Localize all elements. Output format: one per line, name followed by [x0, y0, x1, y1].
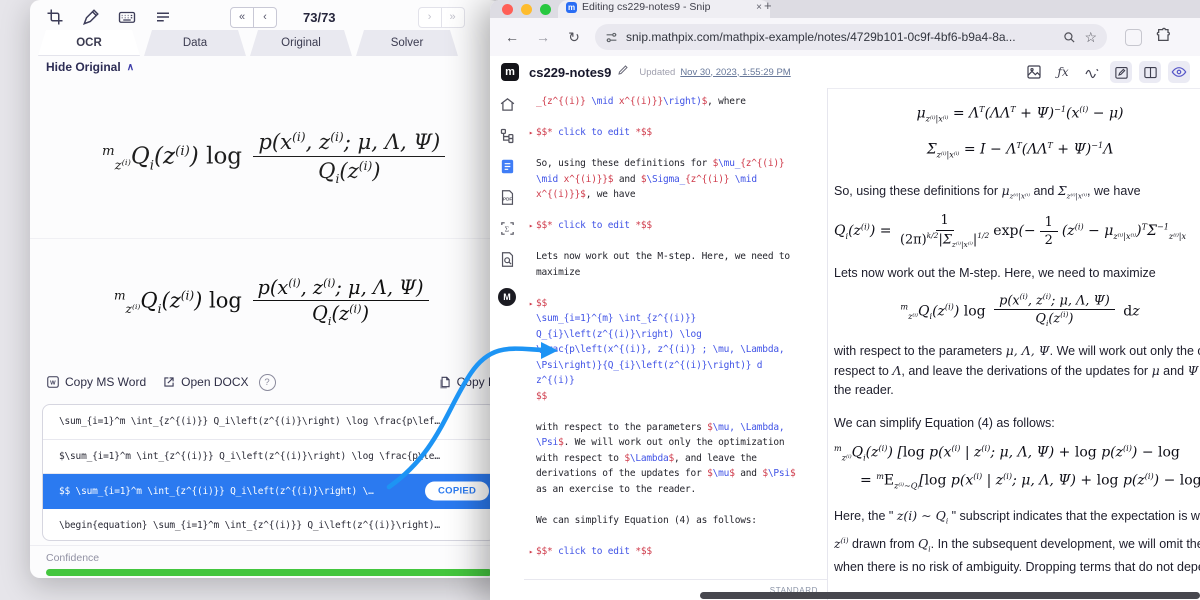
sidebar-rail: PDF Σ M — [490, 88, 524, 600]
latex-row[interactable]: \sum_{i=1}^m \int_{z^{(i)}} Q_i\left(z^{… — [43, 405, 495, 440]
snip-document-header: m cs229-notes9 Updated Nov 30, 2023, 1:5… — [490, 56, 1200, 89]
tab-data[interactable]: Data — [144, 30, 246, 56]
close-window-button[interactable] — [502, 4, 513, 15]
tree-icon[interactable] — [499, 127, 516, 144]
bookmark-star-icon[interactable]: ☆ — [1084, 29, 1097, 46]
page-nav-back-group: « ‹ — [230, 7, 277, 28]
new-tab-button[interactable]: + — [764, 0, 772, 13]
home-icon[interactable] — [499, 96, 516, 113]
page-nav-forward-group: › » — [418, 7, 465, 28]
preview-eye-icon[interactable] — [1168, 61, 1190, 83]
scribble-icon[interactable] — [1081, 61, 1103, 83]
image-icon[interactable] — [1023, 61, 1045, 83]
extensions-icon[interactable] — [1156, 27, 1172, 48]
preview-paragraph: We can simplify Equation (4) as follows: — [834, 414, 1200, 433]
side-panel-icon[interactable] — [1125, 29, 1142, 46]
tab-original[interactable]: Original — [250, 30, 352, 56]
tab-title: Editing cs229-notes9 - Snip — [582, 1, 750, 13]
window-controls — [502, 4, 551, 15]
snip-sigma-icon[interactable]: Σ — [499, 220, 516, 237]
zoom-icon — [1063, 31, 1076, 44]
tab-ocr[interactable]: OCR — [38, 30, 140, 56]
pdf-icon[interactable]: PDF — [499, 189, 516, 206]
page-counter: 73/73 — [303, 10, 336, 25]
copy-page-icon — [438, 375, 452, 389]
preview-equation-qi: Qi(z(i)) = 1(2π)k/2|Σz⁽ⁱ⁾|x⁽ⁱ⁾|1/2exp(−1… — [834, 213, 1200, 249]
export-actions-row: W Copy MS Word Open DOCX ? Copy PNG — [30, 368, 500, 396]
copied-badge: COPIED — [425, 482, 489, 501]
confidence-section: Confidence — [30, 545, 500, 576]
latex-format-list: \sum_{i=1}^m \int_{z^{(i)}} Q_i\left(z^{… — [42, 404, 496, 541]
prev-page-button[interactable]: ‹ — [254, 7, 277, 28]
app-toolbar: « ‹ 73/73 › » — [30, 4, 500, 30]
confidence-label: Confidence — [46, 552, 500, 564]
chrome-window: m Editing cs229-notes9 - Snip × + ← → ↻ … — [490, 0, 1200, 600]
preview-equation-mu-sigma: μz⁽ⁱ⁾|x⁽ⁱ⁾ = ΛT(ΛΛT + Ψ)−1(x(i) − μ) Σz⁽… — [834, 96, 1200, 169]
pen-icon[interactable] — [80, 6, 102, 28]
updated-date-link[interactable]: Nov 30, 2023, 1:55:29 PM — [680, 67, 790, 78]
fx-icon[interactable]: ƒx — [1052, 61, 1074, 83]
preview-equation-simplify: mz⁽ⁱ⁾Qi(z(i)) [log p(x(i) | z(i); μ, Λ, … — [834, 443, 1200, 490]
rendered-formula: mz⁽ⁱ⁾Qi(z(i)) log p(x(i), z(i); μ, Λ, Ψ)… — [114, 276, 433, 328]
back-button[interactable]: ← — [503, 29, 521, 45]
external-link-icon — [162, 375, 176, 389]
reload-button[interactable]: ↻ — [565, 29, 583, 46]
horizontal-scrollbar[interactable] — [700, 592, 1200, 599]
result-tabs: OCR Data Original Solver — [38, 30, 462, 56]
latex-row[interactable]: $$ \sum_{i=1}^m \int_{z^{(i)}} Q_i\left(… — [43, 474, 495, 509]
next-page-button[interactable]: › — [418, 7, 442, 28]
screenshot-crop-icon[interactable] — [44, 6, 66, 28]
doc-search-icon[interactable] — [499, 251, 516, 268]
svg-text:PDF: PDF — [503, 197, 512, 202]
tab-solver[interactable]: Solver — [356, 30, 458, 56]
latex-row[interactable]: $\sum_{i=1}^m \int_{z^{(i)}} Q_i\left(z^… — [43, 440, 495, 475]
svg-text:W: W — [50, 381, 56, 387]
notes-doc-icon[interactable] — [499, 158, 516, 175]
zoom-window-button[interactable] — [540, 4, 551, 15]
address-bar[interactable]: snip.mathpix.com/mathpix-example/notes/4… — [595, 24, 1107, 50]
edit-mode-icon[interactable] — [1110, 61, 1132, 83]
forward-button[interactable]: → — [534, 29, 552, 45]
browser-tab-strip: m Editing cs229-notes9 - Snip × + — [490, 0, 1200, 18]
open-docx-button[interactable]: Open DOCX — [162, 375, 248, 389]
rename-icon[interactable] — [617, 63, 629, 81]
align-lines-icon[interactable] — [152, 6, 174, 28]
original-formula: mz⁽ⁱ⁾Qi(z(i)) log p(x(i), z(i); μ, Λ, Ψ)… — [102, 129, 449, 186]
rendered-preview-panel: mz⁽ⁱ⁾Qi(z(i)) log p(x(i), z(i); μ, Λ, Ψ)… — [30, 238, 500, 365]
document-title: cs229-notes9 — [529, 65, 611, 80]
preview-paragraph: Lets now work out the M-step. Here, we n… — [834, 264, 1200, 283]
mathpix-favicon: m — [566, 2, 577, 13]
editor-lines: _{z^{(i)} \mid x^{(i)}}\right)$, where▸$… — [526, 94, 825, 559]
browser-tab[interactable]: m Editing cs229-notes9 - Snip × — [558, 0, 770, 18]
updated-label: Updated — [639, 67, 675, 78]
user-avatar[interactable]: M — [498, 288, 516, 306]
preview-paragraph: So, using these definitions for μz⁽ⁱ⁾|x⁽… — [834, 181, 1200, 206]
markdown-editor-pane[interactable]: _{z^{(i)} \mid x^{(i)}}\right)$, where▸$… — [524, 88, 827, 600]
chevron-up-icon: ∧ — [127, 62, 134, 73]
original-image-panel: mz⁽ⁱ⁾Qi(z(i)) log p(x(i), z(i); μ, Λ, Ψ)… — [30, 80, 500, 236]
rendered-preview-pane: μz⁽ⁱ⁾|x⁽ⁱ⁾ = ΛT(ΛΛT + Ψ)−1(x(i) − μ) Σz⁽… — [828, 88, 1200, 600]
preview-paragraph: Here, the " z(i) ∼ Qi " subscript indica… — [834, 506, 1200, 577]
last-page-button[interactable]: » — [442, 7, 465, 28]
preview-equation-sum-int: mz⁽ⁱ⁾Qi(z(i)) log p(x(i), z(i); μ, Λ, Ψ)… — [834, 293, 1200, 330]
preview-paragraph: with respect to the parameters μ, Λ, Ψ. … — [834, 341, 1200, 400]
keyboard-icon[interactable] — [116, 6, 138, 28]
header-actions: ƒx — [1023, 61, 1190, 83]
confidence-bar — [46, 569, 492, 576]
browser-toolbar: ← → ↻ snip.mathpix.com/mathpix-example/n… — [490, 18, 1200, 56]
url-text: snip.mathpix.com/mathpix-example/notes/4… — [626, 30, 1063, 44]
hide-original-toggle[interactable]: Hide Original ∧ — [46, 60, 134, 74]
copy-ms-word-button[interactable]: W Copy MS Word — [46, 375, 146, 389]
mathpix-logo[interactable]: m — [501, 63, 519, 81]
latex-row[interactable]: \begin{equation} \sum_{i=1}^m \int_{z^{(… — [43, 509, 495, 541]
mathpix-snip-desktop-window: « ‹ 73/73 › » OCR Data Original Solver H… — [30, 0, 500, 578]
svg-text:Σ: Σ — [504, 225, 509, 234]
word-doc-icon: W — [46, 375, 60, 389]
close-tab-icon[interactable]: × — [756, 2, 762, 13]
first-page-button[interactable]: « — [230, 7, 254, 28]
help-button[interactable]: ? — [259, 374, 276, 391]
minimize-window-button[interactable] — [521, 4, 532, 15]
site-settings-icon — [605, 31, 618, 44]
split-view-icon[interactable] — [1139, 61, 1161, 83]
